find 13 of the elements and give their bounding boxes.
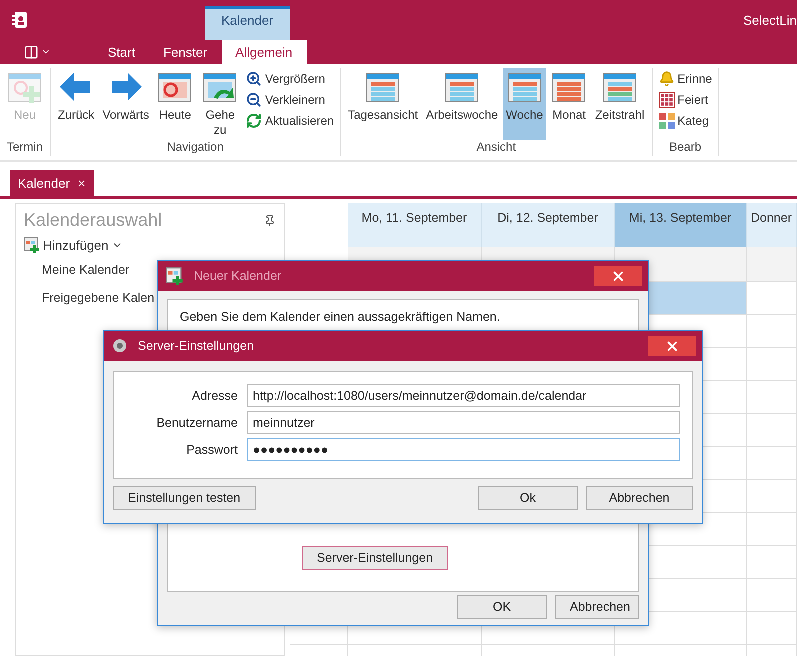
ribbon-group-title: Termin xyxy=(6,140,44,156)
ribbon-group-title: Ansicht xyxy=(476,140,518,156)
panel-title: Kalenderauswahl xyxy=(24,210,162,231)
ribbon-group-title: Bearb xyxy=(668,140,703,156)
field-label: Passwort xyxy=(186,442,238,456)
field-label: Adresse xyxy=(191,388,238,402)
window-title: SelectLin xyxy=(744,13,797,28)
ribbon-group-title: Navigation xyxy=(166,140,225,156)
context-tab-label: Kalender xyxy=(205,6,290,40)
dialog-title: Server-Einstellungen xyxy=(138,339,254,353)
prompt-text: Geben Sie dem Kalender einen aussagekräftigen Namen. xyxy=(179,309,502,326)
field-label: Benutzername xyxy=(156,416,238,430)
dialog-title: Neuer Kalender xyxy=(194,269,282,283)
